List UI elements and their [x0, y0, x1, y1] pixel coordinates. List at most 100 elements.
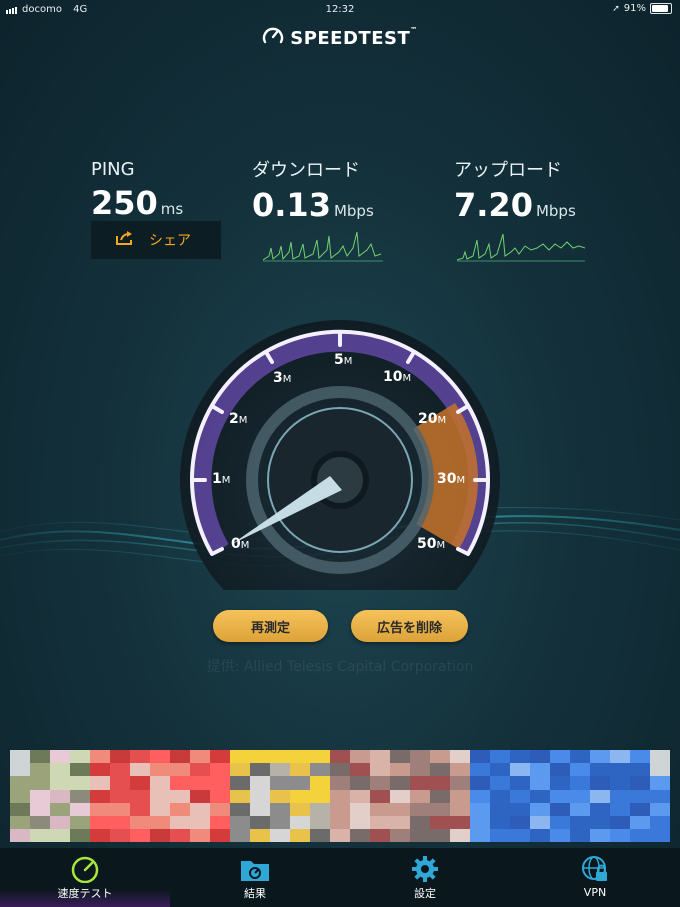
ad-mosaic-tile: [490, 815, 510, 830]
ad-mosaic-tile: [130, 763, 150, 777]
ad-mosaic-tile: [590, 802, 610, 816]
ad-mosaic-tile: [530, 763, 550, 777]
tab-label-vpn: VPN: [583, 886, 607, 899]
ad-mosaic-tile: [390, 776, 410, 790]
ad-mosaic-tile: [230, 829, 250, 842]
ad-banner[interactable]: [10, 750, 670, 842]
ad-mosaic-tile: [350, 815, 370, 830]
ad-mosaic-tile: [470, 776, 490, 790]
ad-mosaic-tile: [370, 750, 390, 764]
results-folder-icon: [238, 855, 272, 883]
ad-mosaic-tile: [570, 802, 590, 816]
ad-mosaic-tile: [250, 815, 270, 830]
ad-mosaic-tile: [330, 815, 350, 830]
ping-label: PING: [91, 159, 135, 180]
ad-mosaic-tile: [330, 750, 350, 764]
ad-mosaic-tile: [170, 776, 190, 790]
ad-mosaic-tile: [250, 750, 270, 764]
share-button[interactable]: シェア: [91, 221, 221, 259]
remove-ads-button[interactable]: 広告を削除: [351, 610, 468, 642]
ad-mosaic-tile: [530, 829, 550, 842]
ad-mosaic-tile: [390, 829, 410, 842]
ad-mosaic-tile: [490, 750, 510, 764]
ad-mosaic-tile: [450, 802, 470, 816]
ad-mosaic-tile: [610, 750, 630, 764]
ad-mosaic-tile: [410, 829, 430, 842]
ad-mosaic-tile: [450, 776, 470, 790]
ad-mosaic-tile: [310, 750, 330, 764]
ad-mosaic-tile: [650, 815, 670, 830]
ad-mosaic-tile: [570, 776, 590, 790]
ad-mosaic-tile: [330, 763, 350, 777]
ad-mosaic-tile: [250, 789, 270, 803]
ad-mosaic-tile: [650, 802, 670, 816]
tab-vpn[interactable]: VPN: [510, 848, 680, 907]
ad-mosaic-tile: [470, 802, 490, 816]
gauge-label-3: 3M: [273, 370, 292, 386]
ad-mosaic-tile: [190, 776, 210, 790]
ad-mosaic-tile: [310, 815, 330, 830]
ad-mosaic-tile: [50, 776, 70, 790]
ad-mosaic-tile: [590, 815, 610, 830]
ad-mosaic-tile: [150, 815, 170, 830]
ad-mosaic-tile: [50, 829, 70, 842]
ad-mosaic-tile: [10, 763, 30, 777]
ad-mosaic-tile: [530, 815, 550, 830]
ad-mosaic-tile: [210, 763, 230, 777]
retest-button[interactable]: 再測定: [213, 610, 328, 642]
ad-mosaic-tile: [210, 829, 230, 842]
ad-mosaic-tile: [490, 802, 510, 816]
ad-mosaic-tile: [630, 815, 650, 830]
ad-mosaic-tile: [70, 750, 90, 764]
ad-mosaic-tile: [110, 789, 130, 803]
ad-mosaic-tile: [70, 802, 90, 816]
ad-mosaic-tile: [190, 763, 210, 777]
tab-settings[interactable]: 設定: [340, 848, 510, 907]
ad-mosaic-tile: [150, 802, 170, 816]
ad-mosaic-tile: [190, 802, 210, 816]
ad-mosaic-tile: [630, 776, 650, 790]
ad-mosaic-tile: [610, 829, 630, 842]
ad-mosaic-tile: [650, 763, 670, 777]
ad-mosaic-tile: [550, 802, 570, 816]
ad-mosaic-tile: [170, 815, 190, 830]
ad-mosaic-tile: [330, 802, 350, 816]
ad-mosaic-tile: [150, 829, 170, 842]
ad-mosaic-tile: [550, 789, 570, 803]
ad-mosaic-tile: [310, 789, 330, 803]
ad-mosaic-tile: [490, 776, 510, 790]
ad-mosaic-tile: [110, 815, 130, 830]
ad-mosaic-tile: [450, 763, 470, 777]
tab-results[interactable]: 結果: [170, 848, 340, 907]
ad-mosaic-tile: [30, 815, 50, 830]
ad-mosaic-tile: [610, 789, 630, 803]
ad-mosaic-tile: [290, 763, 310, 777]
ad-mosaic-tile: [510, 763, 530, 777]
status-bar: docomo 4G 12:32 ➚ 91%: [0, 0, 680, 20]
ad-mosaic-tile: [270, 750, 290, 764]
download-value: 0.13: [252, 186, 331, 224]
ad-mosaic-tile: [190, 750, 210, 764]
ad-mosaic-tile: [470, 815, 490, 830]
ad-mosaic-tile: [190, 829, 210, 842]
tab-speed-test[interactable]: 速度テスト: [0, 848, 170, 907]
ad-mosaic-tile: [270, 802, 290, 816]
ad-mosaic-tile: [490, 763, 510, 777]
ad-mosaic-tile: [210, 815, 230, 830]
ad-mosaic-tile: [390, 789, 410, 803]
ad-mosaic-tile: [230, 776, 250, 790]
ad-mosaic-tile: [370, 802, 390, 816]
ad-mosaic-tile: [110, 763, 130, 777]
gauge-label-5: 5M: [334, 352, 353, 368]
ad-mosaic-tile: [130, 829, 150, 842]
ad-mosaic-tile: [410, 815, 430, 830]
ad-mosaic-tile: [30, 789, 50, 803]
ad-mosaic-tile: [90, 789, 110, 803]
battery-percent: 91%: [623, 3, 646, 14]
speedtest-gauge-icon: [262, 26, 284, 51]
ad-mosaic-tile: [350, 829, 370, 842]
ad-mosaic-tile: [170, 829, 190, 842]
ad-mosaic-tile: [610, 763, 630, 777]
ad-mosaic-tile: [450, 789, 470, 803]
ad-mosaic-tile: [330, 789, 350, 803]
